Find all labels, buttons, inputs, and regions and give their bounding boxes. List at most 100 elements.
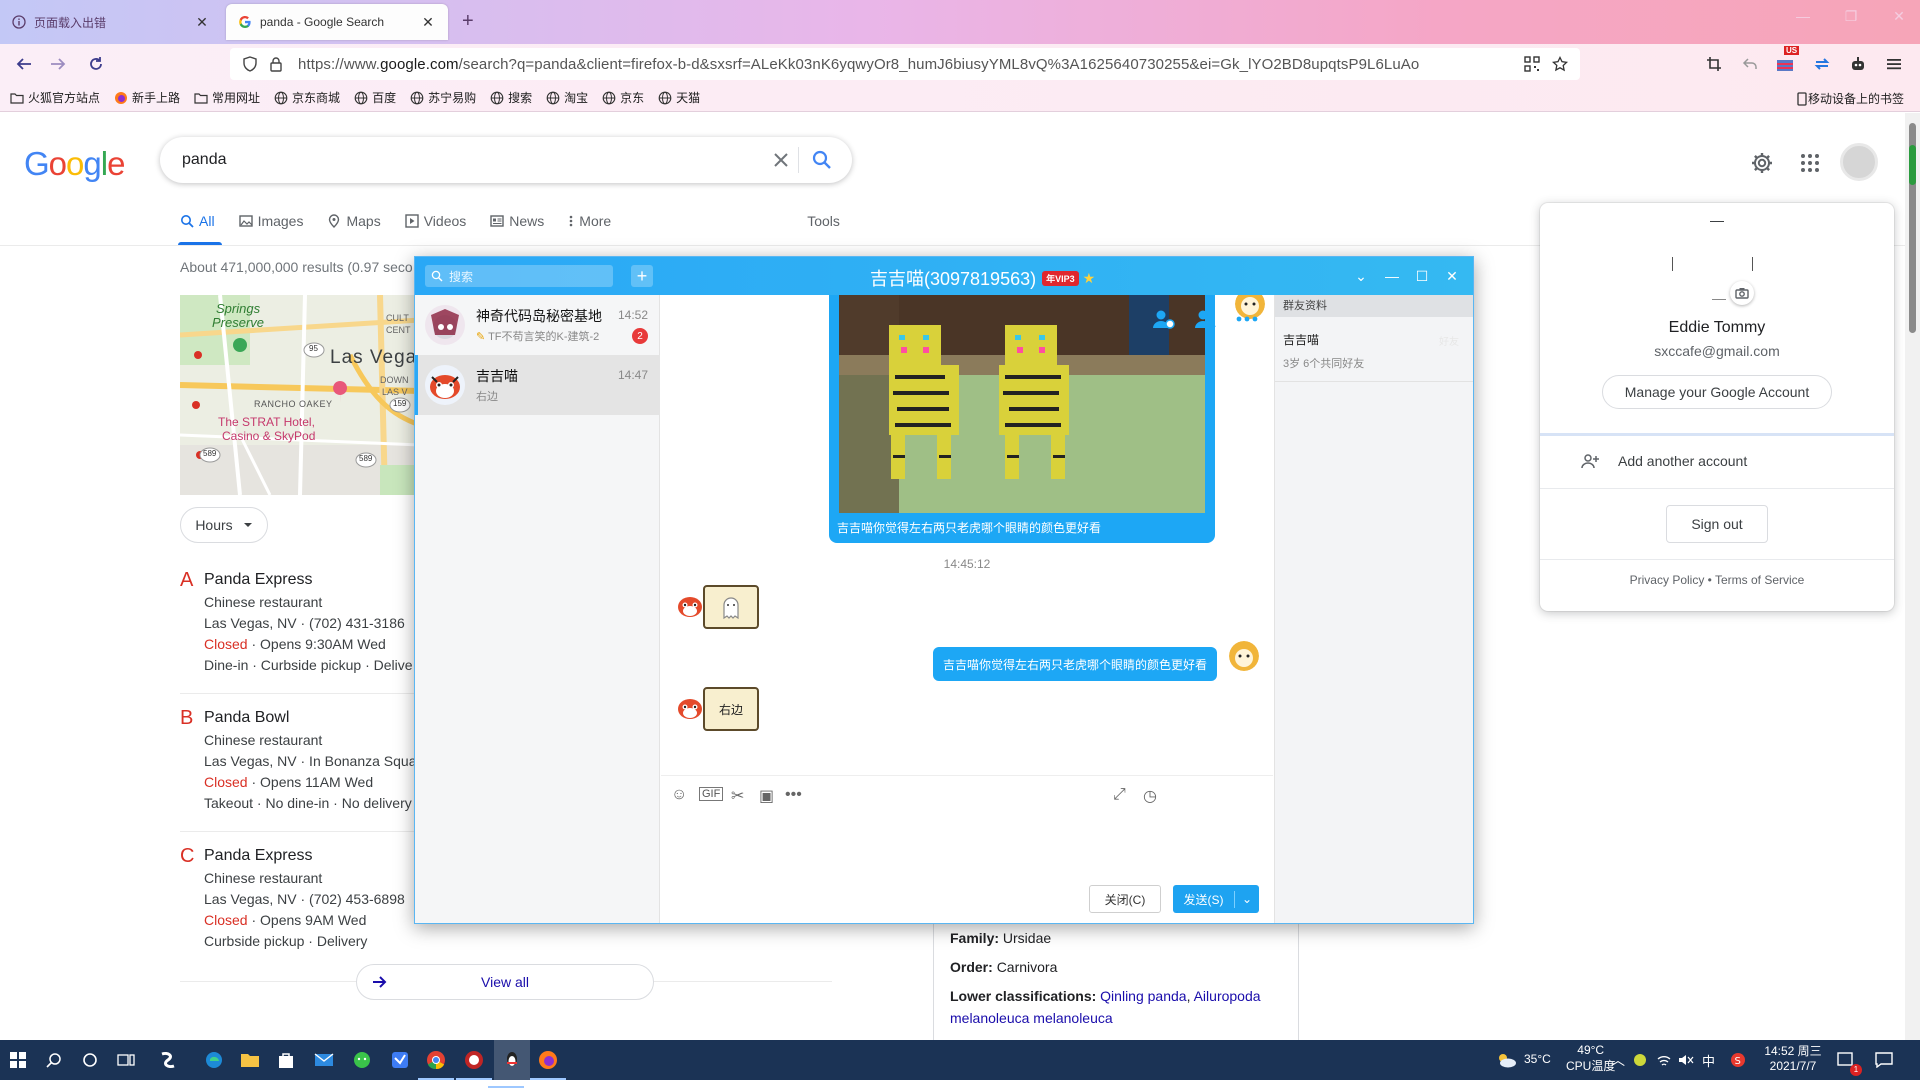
hours-filter-button[interactable]: Hours (180, 507, 268, 543)
add-account-item[interactable]: Add another account (1540, 435, 1894, 487)
hamburger-menu-icon[interactable] (1882, 52, 1906, 76)
send-options-chevron-icon[interactable]: ⌄ (1235, 892, 1259, 906)
reload-icon[interactable] (84, 52, 108, 76)
us-extension-icon[interactable]: US (1774, 46, 1800, 76)
image-message-bubble[interactable]: 吉吉喵你觉得左右两只老虎哪个眼睛的颜色更好看 (829, 295, 1215, 543)
my-avatar[interactable] (1229, 641, 1259, 671)
minimize-icon[interactable]: — (1788, 8, 1818, 24)
mobile-bookmarks[interactable]: 移动设备上的书签 (1796, 90, 1904, 107)
sogou-input-icon[interactable]: S (1726, 1048, 1750, 1072)
qq-title-bar[interactable]: 搜索 + 吉吉喵(3097819563) 年VIP3 ★ ⌄ — ☐ ✕ (415, 257, 1473, 295)
add-friend-icon[interactable] (1151, 307, 1175, 331)
firefox-icon[interactable] (530, 1048, 566, 1080)
task-view-icon[interactable] (114, 1048, 138, 1072)
bookmark-link[interactable]: 京东商城 (274, 89, 340, 106)
message-history[interactable]: 吉吉喵你觉得左右两只老虎哪个眼睛的颜色更好看 14:45:12 吉吉喵你觉得左右… (661, 295, 1273, 775)
network-icon[interactable] (1652, 1048, 1676, 1072)
bookmark-link[interactable]: 天猫 (658, 89, 700, 106)
tab-maps[interactable]: Maps (327, 209, 381, 233)
local-result-c[interactable]: C Panda Express Chinese restaurant Las V… (180, 844, 420, 952)
windows-start-icon[interactable] (6, 1048, 30, 1072)
tab-news[interactable]: News (490, 209, 544, 233)
bookmark-folder[interactable]: 火狐官方站点 (10, 89, 100, 106)
image-icon[interactable]: ▣ (759, 786, 774, 806)
emoji-icon[interactable]: ☺ (671, 786, 687, 804)
address-bar[interactable]: https://www.google.com/search?q=panda&cl… (230, 48, 1580, 80)
apps-grid-icon[interactable] (1800, 153, 1820, 173)
local-results-map[interactable]: Springs Preserve Las Vega CULT CENT DOWN… (180, 295, 420, 495)
qq-add-button[interactable]: + (631, 265, 653, 287)
bookmark-link[interactable]: 苏宁易购 (410, 89, 476, 106)
sticker-message[interactable] (703, 585, 759, 629)
account-avatar[interactable] (1840, 143, 1878, 181)
undo-icon[interactable] (1738, 52, 1762, 76)
profile-name[interactable]: 吉吉喵 (1283, 331, 1319, 348)
change-photo-button[interactable] (1730, 281, 1754, 305)
more-tools-icon[interactable]: ••• (785, 786, 802, 804)
sync-extension-icon[interactable] (1810, 52, 1834, 76)
my-text-message[interactable]: 吉吉喵你觉得左右两只老虎哪个眼睛的颜色更好看 (932, 647, 1217, 681)
search-icon[interactable] (42, 1048, 66, 1072)
kp-link[interactable]: Qinling panda (1100, 988, 1186, 1004)
tools-button[interactable]: Tools (807, 209, 840, 233)
google-logo[interactable]: Google (24, 145, 125, 183)
close-chat-button[interactable]: 关闭(C) (1089, 885, 1161, 913)
privacy-terms-links[interactable]: Privacy Policy • Terms of Service (1540, 573, 1894, 587)
tab-images[interactable]: Images (238, 209, 303, 233)
bookmark-link[interactable]: 淘宝 (546, 89, 588, 106)
more-options-icon[interactable] (1235, 307, 1259, 331)
chevron-up-icon[interactable]: ︿ (1606, 1048, 1630, 1072)
minimize-icon[interactable]: — (1381, 265, 1403, 287)
sign-out-button[interactable]: Sign out (1666, 505, 1768, 543)
wechat-icon[interactable] (350, 1048, 374, 1072)
place-name[interactable]: Panda Bowl (204, 706, 420, 730)
tab-more[interactable]: More (568, 209, 611, 233)
feishu-icon[interactable] (388, 1048, 412, 1072)
bookmark-link[interactable]: 搜索 (490, 89, 532, 106)
sticker-message[interactable]: 右边 (703, 687, 759, 731)
browser-tab-error[interactable]: 页面载入出错 ✕ (0, 4, 222, 40)
bookmark-link[interactable]: 新手上路 (114, 89, 180, 106)
conversation-item[interactable]: 神奇代码岛秘密基地 14:52 ✎ TF不苟言笑的K-建筑-2 2 (415, 295, 660, 355)
chevron-down-icon[interactable]: ⌄ (1350, 265, 1372, 287)
page-scrollbar[interactable] (1905, 113, 1920, 1041)
close-tab-icon[interactable]: ✕ (420, 14, 436, 31)
conversation-item[interactable]: 吉吉喵 14:47 右边 (415, 355, 660, 415)
contact-profile-icon[interactable] (1193, 307, 1217, 331)
local-result-b[interactable]: B Panda Bowl Chinese restaurant Las Vega… (180, 706, 420, 814)
gif-icon[interactable]: GIF (699, 787, 724, 801)
action-center-icon[interactable] (1872, 1048, 1896, 1072)
browser-tab-google[interactable]: panda - Google Search ✕ (226, 4, 448, 40)
qr-code-icon[interactable] (1524, 56, 1540, 72)
tray-app-icon[interactable] (1628, 1048, 1652, 1072)
view-all-button[interactable]: View all (356, 964, 654, 1000)
forward-icon[interactable] (46, 52, 70, 76)
bookmark-folder[interactable]: 常用网址 (194, 89, 260, 106)
store-icon[interactable] (274, 1048, 298, 1072)
game-app-icon[interactable] (456, 1048, 492, 1080)
search-box[interactable]: panda (160, 137, 852, 183)
contact-avatar[interactable] (675, 693, 705, 723)
expand-icon[interactable]: ⤢ (1113, 786, 1126, 804)
new-tab-icon[interactable]: + (462, 10, 474, 33)
chrome-icon[interactable] (418, 1048, 454, 1080)
local-result-a[interactable]: A Panda Express Chinese restaurant Las V… (180, 568, 420, 676)
message-input[interactable] (661, 811, 1273, 881)
place-name[interactable]: Panda Express (204, 568, 420, 592)
place-name[interactable]: Panda Express (204, 844, 420, 868)
maximize-icon[interactable]: ☐ (1411, 265, 1433, 287)
contact-avatar[interactable] (675, 591, 705, 621)
qq-taskbar-icon[interactable] (488, 1040, 530, 1088)
settings-gear-icon[interactable] (1750, 151, 1774, 175)
close-window-icon[interactable]: ✕ (1884, 8, 1914, 25)
clear-search-icon[interactable] (772, 151, 790, 169)
tab-videos[interactable]: Videos (405, 209, 466, 233)
mail-icon[interactable] (312, 1048, 336, 1072)
qq-search-field[interactable]: 搜索 (425, 265, 613, 287)
bookmark-star-icon[interactable] (1552, 56, 1568, 72)
notification-center-icon[interactable]: 1 (1834, 1048, 1862, 1076)
cortana-icon[interactable] (78, 1048, 102, 1072)
tracking-shield-icon[interactable] (242, 56, 258, 72)
weather-icon[interactable] (1494, 1048, 1518, 1072)
manage-account-button[interactable]: Manage your Google Account (1602, 375, 1832, 409)
